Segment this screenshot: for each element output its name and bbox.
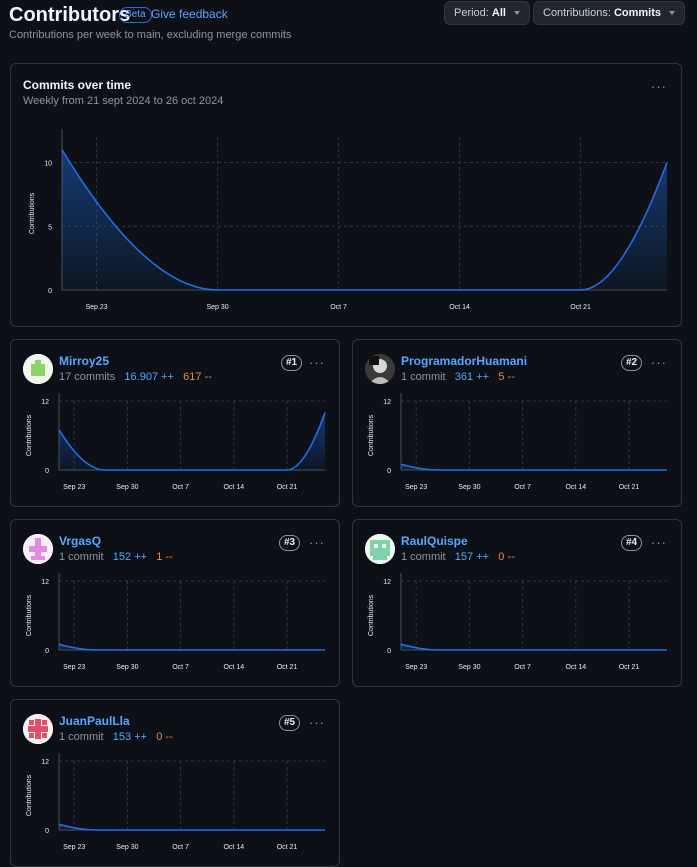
x-tick-label: Oct 14 bbox=[223, 844, 244, 851]
y-tick-label: 12 bbox=[41, 579, 49, 586]
y-tick-label: 5 bbox=[48, 224, 52, 231]
series-area bbox=[401, 464, 667, 470]
contributor-card: Mirroy25 17 commits 16.907 ++ 617 -- #1 … bbox=[10, 339, 340, 507]
page-subtitle: Contributions per week to main, excludin… bbox=[9, 29, 292, 41]
series-line bbox=[58, 823, 325, 831]
y-tick-label: 0 bbox=[387, 468, 391, 475]
series-area bbox=[59, 412, 325, 470]
x-tick-label: Oct 14 bbox=[565, 664, 586, 671]
x-tick-label: Oct 21 bbox=[277, 664, 298, 671]
x-tick-label: Sep 30 bbox=[116, 484, 138, 491]
x-tick-label: Sep 30 bbox=[458, 484, 480, 491]
beta-badge: Beta bbox=[119, 7, 152, 23]
x-tick-label: Sep 30 bbox=[116, 664, 138, 671]
caret-down-icon bbox=[669, 11, 675, 16]
y-axis-title: Contributions bbox=[368, 414, 375, 456]
x-tick-label: Sep 30 bbox=[458, 664, 480, 671]
x-tick-label: Oct 7 bbox=[514, 484, 531, 491]
y-tick-label: 0 bbox=[387, 648, 391, 655]
y-tick-label: 12 bbox=[383, 399, 391, 406]
y-tick-label: 0 bbox=[45, 828, 49, 835]
x-tick-label: Sep 23 bbox=[63, 844, 85, 851]
contributor-chart: 12 0 Contributions Sep 23 Sep 30 Oct 7 Oct 14 O… bbox=[26, 393, 326, 491]
commits-over-time-panel: Commits over time Weekly from 21 sept 20… bbox=[10, 63, 682, 327]
contributions-dropdown[interactable]: Contributions: Commits bbox=[533, 1, 685, 25]
series-line bbox=[400, 463, 667, 471]
x-tick-label: Oct 21 bbox=[277, 844, 298, 851]
period-dropdown[interactable]: Period: All bbox=[444, 1, 530, 25]
x-tick-label: Sep 23 bbox=[85, 304, 107, 311]
x-tick-label: Sep 23 bbox=[405, 484, 427, 491]
y-tick-label: 0 bbox=[45, 468, 49, 475]
series-line bbox=[58, 643, 325, 651]
contributor-card: JuanPaulLla 1 commit 153 ++ 0 -- #5 ··· … bbox=[10, 699, 340, 867]
x-tick-label: Oct 21 bbox=[619, 484, 640, 491]
x-tick-label: Oct 21 bbox=[570, 304, 591, 311]
contributor-chart: 12 0 Contributions Sep 23 Sep 30 Oct 7 Oct 14 O… bbox=[26, 573, 325, 671]
series-line bbox=[58, 412, 326, 471]
x-tick-label: Oct 14 bbox=[223, 484, 244, 491]
contributor-card: ProgramadorHuamani 1 commit 361 ++ 5 -- … bbox=[352, 339, 682, 507]
y-axis-title: Contributions bbox=[26, 594, 33, 636]
x-tick-label: Oct 14 bbox=[223, 664, 244, 671]
contributions-value: Commits bbox=[613, 7, 661, 19]
x-tick-label: Oct 7 bbox=[330, 304, 347, 311]
x-tick-label: Sep 23 bbox=[63, 664, 85, 671]
y-tick-label: 12 bbox=[383, 579, 391, 586]
period-label: Period: bbox=[454, 7, 492, 19]
y-tick-label: 12 bbox=[41, 759, 49, 766]
x-tick-label: Oct 7 bbox=[172, 844, 189, 851]
x-tick-label: Oct 7 bbox=[172, 664, 189, 671]
x-tick-label: Sep 23 bbox=[63, 484, 85, 491]
x-tick-label: Oct 14 bbox=[565, 484, 586, 491]
x-tick-label: Oct 14 bbox=[449, 304, 470, 311]
y-tick-label: 12 bbox=[41, 399, 49, 406]
contributions-label: Contributions: bbox=[543, 7, 614, 19]
x-tick-label: Oct 21 bbox=[619, 664, 640, 671]
y-axis-title: Contributions bbox=[26, 414, 33, 456]
contributor-chart: 12 0 Contributions Sep 23 Sep 30 Oct 7 Oct 14 O… bbox=[368, 393, 667, 491]
commits-chart: 0 5 10 Contributions Sep 23 Sep 30 Oct 7 Oct 14… bbox=[29, 129, 668, 311]
page-title: Contributors bbox=[9, 4, 131, 26]
y-axis-title: Contributions bbox=[29, 192, 36, 234]
y-tick-label: 0 bbox=[48, 288, 52, 295]
contributor-chart: 12 0 Contributions Sep 23 Sep 30 Oct 7 Oct 14 O… bbox=[26, 753, 325, 851]
x-tick-label: Oct 7 bbox=[514, 664, 531, 671]
y-tick-label: 10 bbox=[44, 161, 52, 168]
x-tick-label: Sep 30 bbox=[206, 304, 228, 311]
x-tick-label: Sep 23 bbox=[405, 664, 427, 671]
y-tick-label: 0 bbox=[45, 648, 49, 655]
give-feedback-link[interactable]: Give feedback bbox=[151, 7, 228, 21]
x-tick-label: Oct 7 bbox=[172, 484, 189, 491]
x-tick-label: Sep 30 bbox=[116, 844, 138, 851]
series-area bbox=[59, 644, 325, 650]
contributor-card: RaulQuispe 1 commit 157 ++ 0 -- #4 ··· 1… bbox=[352, 519, 682, 687]
y-axis-title: Contributions bbox=[368, 594, 375, 636]
caret-down-icon bbox=[513, 11, 520, 16]
x-tick-label: Oct 21 bbox=[277, 484, 298, 491]
series-area bbox=[59, 824, 325, 830]
series-line bbox=[400, 643, 667, 651]
contributor-card: VrgasQ 1 commit 152 ++ 1 -- #3 ··· 12 0 Co… bbox=[10, 519, 340, 687]
contributor-chart: 12 0 Contributions Sep 23 Sep 30 Oct 7 Oct 14 O… bbox=[368, 573, 667, 671]
period-value: All bbox=[491, 7, 506, 19]
series-area bbox=[62, 149, 667, 290]
series-area bbox=[401, 644, 667, 650]
y-axis-title: Contributions bbox=[26, 774, 33, 816]
